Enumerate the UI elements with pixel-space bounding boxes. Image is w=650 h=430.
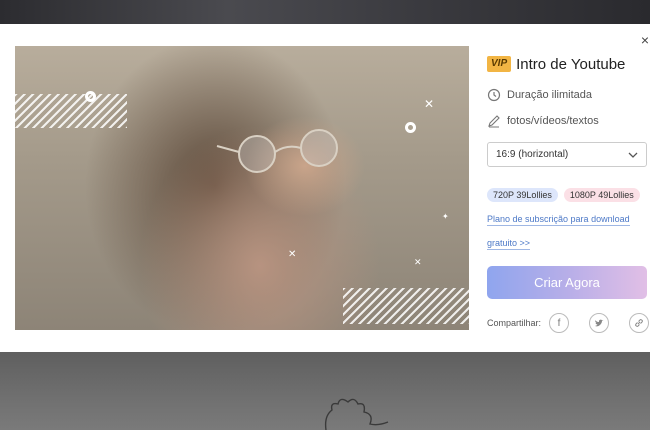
title-row: VIP Intro de Youtube xyxy=(487,54,625,74)
template-details-panel: VIP Intro de Youtube Duração ilimitada f… xyxy=(487,24,650,352)
cross-decoration: ✕ xyxy=(424,97,435,111)
video-preview[interactable]: ✕ ✕ ✕ ✦ xyxy=(15,46,469,330)
pen-icon xyxy=(488,115,500,128)
feature-duration: Duração ilimitada xyxy=(487,86,592,104)
feature-label: Duração ilimitada xyxy=(507,89,592,101)
twitter-icon[interactable] xyxy=(589,313,610,333)
subscription-link[interactable]: Plano de subscrição para download xyxy=(487,214,630,226)
share-label: Compartilhar: xyxy=(487,318,542,328)
template-modal: × ✕ ✕ ✕ ✦ VIP Intro de Youtube Duração i… xyxy=(0,24,650,352)
circle-decoration xyxy=(85,91,96,102)
facebook-icon[interactable]: f xyxy=(549,313,570,333)
resolution-badge-1080p: 1080P 49Lollies xyxy=(563,188,640,202)
aspect-ratio-select[interactable]: 16:9 (horizontal) xyxy=(487,142,647,167)
feature-label: fotos/vídeos/textos xyxy=(507,115,599,127)
share-row: Compartilhar: f xyxy=(487,312,650,334)
feature-media: fotos/vídeos/textos xyxy=(487,112,599,130)
backdrop-top xyxy=(0,0,650,24)
vip-badge: VIP xyxy=(487,56,512,72)
mascot-outline-graphic xyxy=(324,398,389,430)
subscription-link-continued[interactable]: gratuito >> xyxy=(487,238,531,250)
resolution-badges: 720P 39Lollies 1080P 49Lollies xyxy=(487,188,640,202)
aspect-ratio-value: 16:9 (horizontal) xyxy=(496,149,569,160)
hatch-decoration xyxy=(343,288,469,324)
cross-decoration: ✕ xyxy=(288,249,297,260)
hatch-decoration xyxy=(15,94,127,128)
create-now-button[interactable]: Criar Agora xyxy=(487,266,647,299)
circle-decoration xyxy=(405,122,416,133)
chevron-down-icon xyxy=(628,152,638,158)
link-icon[interactable] xyxy=(629,313,650,333)
star-decoration: ✦ xyxy=(442,212,449,221)
resolution-badge-720p: 720P 39Lollies xyxy=(487,188,558,202)
sunglasses-graphic xyxy=(216,129,338,173)
clock-icon xyxy=(487,88,501,102)
template-title: Intro de Youtube xyxy=(516,55,626,73)
backdrop-bottom xyxy=(0,352,650,430)
cross-decoration: ✕ xyxy=(414,257,422,267)
